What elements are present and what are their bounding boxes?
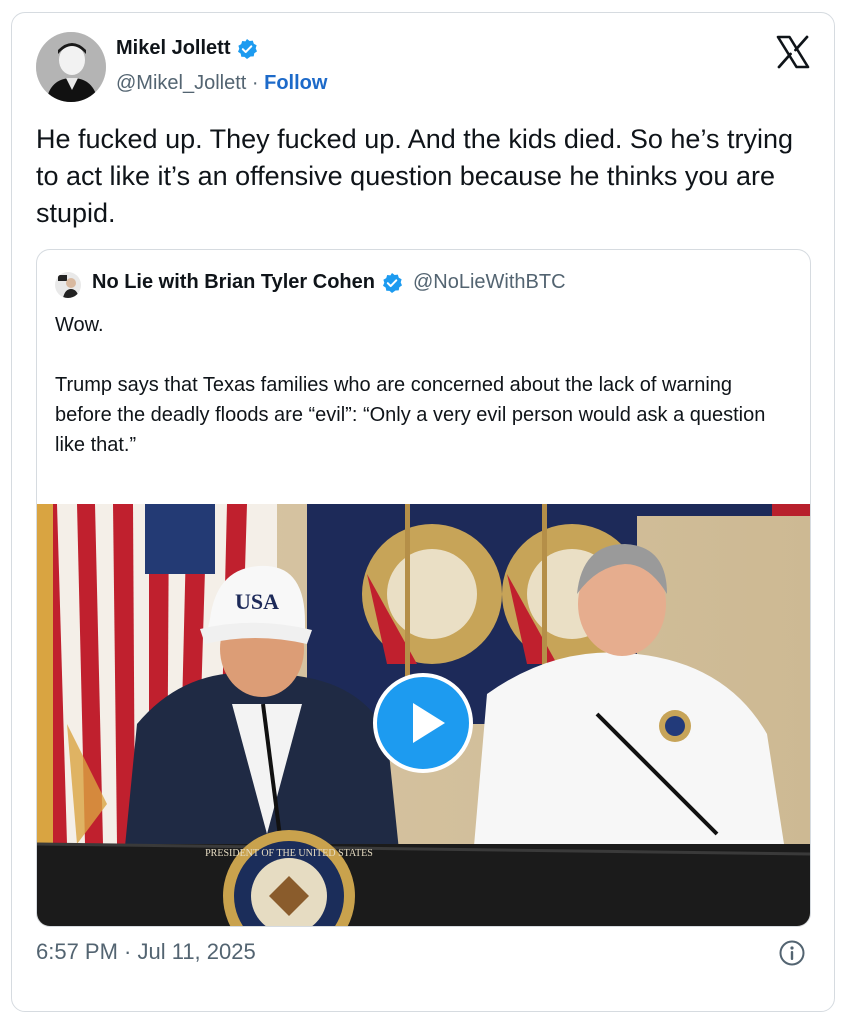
tweet-card: Mikel Jollett @Mikel_Jollett · Follow He… [11, 12, 835, 1012]
separator-dot: · [246, 72, 265, 94]
video-player[interactable]: USA PRESIDENT OF THE UNITED STATES [37, 504, 810, 926]
verified-badge-icon [238, 38, 258, 59]
author-handle[interactable]: @Mikel_Jollett [116, 72, 246, 94]
info-icon[interactable] [778, 939, 806, 967]
x-logo-icon[interactable] [776, 35, 810, 69]
quoted-author-name[interactable]: No Lie with Brian Tyler Cohen [92, 271, 375, 294]
quoted-tweet[interactable]: No Lie with Brian Tyler Cohen @NoLieWith… [36, 249, 811, 927]
quoted-author-row[interactable]: No Lie with Brian Tyler Cohen @NoLieWith… [92, 271, 566, 294]
seal-text: PRESIDENT OF THE UNITED STATES [205, 848, 373, 859]
cap-text: USA [235, 589, 279, 614]
author-handle-row: @Mikel_Jollett · Follow [116, 72, 327, 95]
follow-button[interactable]: Follow [264, 72, 327, 94]
author-name-row[interactable]: Mikel Jollett [116, 37, 258, 60]
verified-badge-icon [383, 272, 402, 293]
quoted-tweet-text: Wow. Trump says that Texas families who … [55, 314, 766, 456]
tweet-text: He fucked up. They fucked up. And the ki… [36, 124, 793, 228]
quoted-author-avatar[interactable] [55, 272, 81, 298]
author-name[interactable]: Mikel Jollett [116, 37, 230, 60]
tweet-timestamp[interactable]: 6:57 PM · Jul 11, 2025 [36, 939, 256, 965]
quoted-author-handle[interactable]: @NoLieWithBTC [413, 271, 566, 294]
play-icon[interactable] [373, 673, 473, 773]
podium-table [37, 844, 810, 926]
author-avatar[interactable] [36, 32, 106, 102]
